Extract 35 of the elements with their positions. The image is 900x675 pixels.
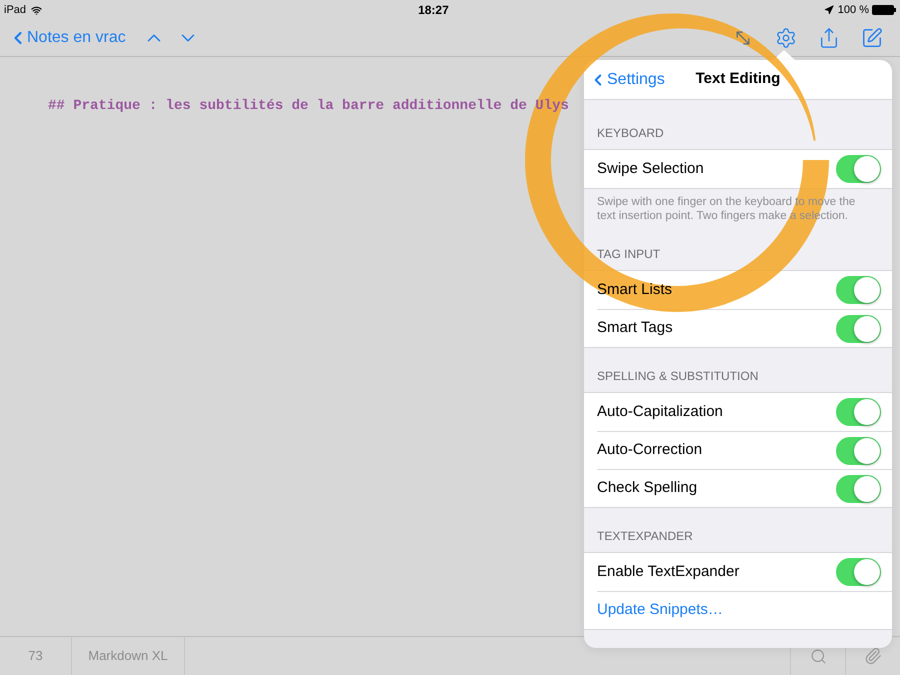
toggle-switch[interactable] [836, 314, 881, 342]
toggle-switch[interactable] [836, 558, 881, 586]
setting-label: Auto-Capitalization [597, 402, 723, 422]
settings-back-button[interactable]: Settings [584, 68, 665, 92]
device-name: iPad [4, 2, 26, 18]
back-button[interactable]: Notes en vrac [8, 26, 126, 50]
section-header: TAG INPUT [597, 246, 660, 263]
setting-label: Auto-Correction [597, 440, 702, 460]
section-header: SPELLING & SUBSTITUTION [597, 368, 758, 385]
update-snippets-link[interactable]: Update Snippets… [597, 599, 723, 622]
wifi-icon [30, 4, 44, 16]
location-arrow-icon [824, 5, 834, 15]
battery-icon [872, 5, 896, 15]
toggle-switch[interactable] [836, 436, 881, 464]
toggle-switch[interactable] [836, 474, 881, 502]
toggle-switch[interactable] [836, 398, 881, 426]
battery-percentage: 100 % [838, 2, 869, 18]
setting-label: Swipe Selection [597, 158, 704, 179]
theme-button[interactable]: Markdown XL [72, 637, 185, 675]
setting-label: Smart Tags [597, 318, 673, 338]
setting-label: Smart Lists [597, 280, 672, 300]
paperclip-icon [864, 647, 882, 665]
section-header: KEYBOARD [597, 125, 664, 142]
search-icon [810, 648, 826, 664]
share-icon [818, 26, 840, 50]
word-count: 73 [0, 637, 72, 675]
section-header: TEXTEXPANDER [597, 528, 693, 545]
setting-label: Check Spelling [597, 478, 698, 498]
toggle-switch[interactable] [836, 276, 881, 304]
settings-icon [775, 27, 797, 49]
popover-title: Text Editing [696, 69, 780, 90]
toggle-switch[interactable] [836, 155, 881, 183]
compose-icon [861, 27, 883, 49]
clock-time: 18:27 [418, 2, 449, 19]
setting-label: Enable TextExpander [597, 562, 740, 582]
